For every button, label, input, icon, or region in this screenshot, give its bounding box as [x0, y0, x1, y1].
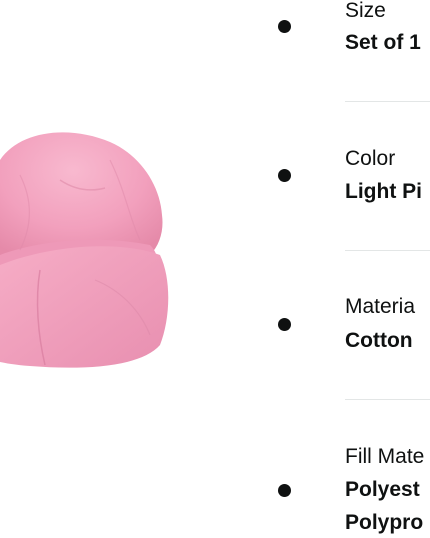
spec-divider [345, 101, 430, 102]
spec-value-fill-material-line-1: Polyest [345, 478, 420, 501]
spec-label-fill-material: Fill Mate [345, 445, 425, 468]
spec-value-size: Set of 1 [345, 31, 421, 54]
spec-value-material: Cotton [345, 329, 413, 352]
spec-value-fill-material-line-2: Polypro [345, 511, 424, 534]
spec-divider [345, 250, 430, 251]
spec-divider [345, 399, 430, 400]
bullet-icon [278, 20, 291, 33]
bullet-icon [278, 484, 291, 497]
bullet-icon [278, 318, 291, 331]
spec-label-color: Color [345, 147, 396, 170]
spec-label-material: Materia [345, 295, 416, 318]
spec-value-color: Light Pi [345, 180, 422, 203]
spec-label-size: Size [345, 0, 386, 22]
product-specs-list: Size Set of 1 Color Light Pi Materia Cot… [0, 0, 430, 537]
bullet-icon [278, 169, 291, 182]
